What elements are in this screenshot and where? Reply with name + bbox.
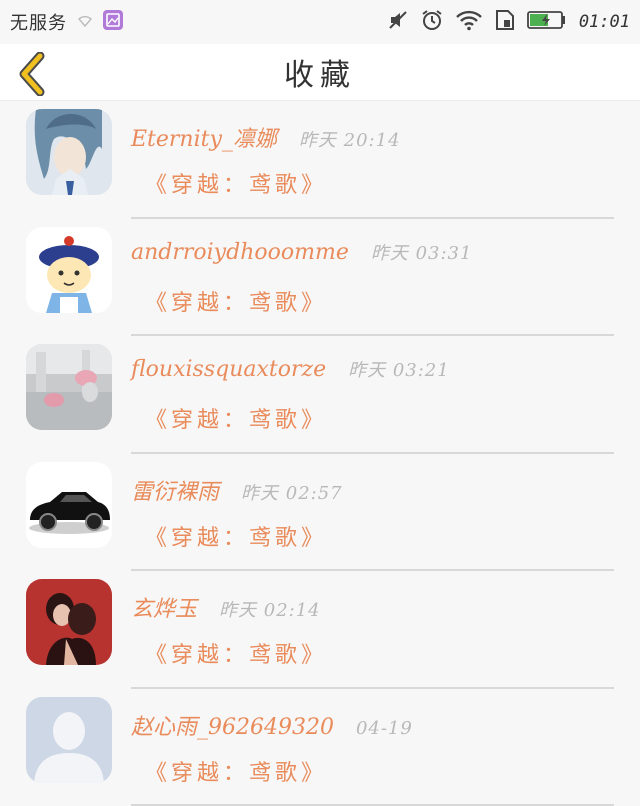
name-row: 玄烨玉 昨天 02:14 bbox=[131, 591, 321, 623]
header-bar: 收藏 bbox=[0, 44, 640, 101]
name-row: 赵心雨_962649320 04-19 bbox=[131, 709, 413, 741]
carrier-label: 无服务 bbox=[10, 9, 67, 35]
user-name[interactable]: 赵心雨_962649320 bbox=[131, 709, 334, 741]
black-car-avatar bbox=[26, 462, 112, 548]
list-item[interactable]: flouxissquaxtorze 昨天 03:21 《穿越：鸢歌》 bbox=[0, 336, 640, 454]
avatar[interactable] bbox=[26, 227, 112, 313]
timestamp: 昨天 20:14 bbox=[299, 126, 401, 152]
timestamp: 昨天 02:57 bbox=[241, 479, 343, 505]
avatar[interactable] bbox=[26, 579, 112, 665]
chevron-left-icon bbox=[14, 52, 54, 96]
name-row: flouxissquaxtorze 昨天 03:21 bbox=[131, 356, 450, 382]
timestamp: 昨天 03:21 bbox=[348, 356, 450, 382]
name-row: Eternity_凛娜 昨天 20:14 bbox=[131, 121, 401, 153]
book-title[interactable]: 《穿越：鸢歌》 bbox=[145, 755, 327, 787]
mute-icon bbox=[387, 9, 409, 35]
list-item[interactable]: 赵心雨_962649320 04-19 《穿越：鸢歌》 bbox=[0, 689, 640, 806]
gallery-icon bbox=[103, 10, 123, 34]
timestamp: 昨天 03:31 bbox=[371, 239, 473, 265]
user-name[interactable]: 玄烨玉 bbox=[131, 591, 197, 623]
user-name[interactable]: 雷衍裸雨 bbox=[131, 474, 219, 506]
book-title[interactable]: 《穿越：鸢歌》 bbox=[145, 402, 327, 434]
alarm-icon bbox=[421, 9, 443, 35]
status-left: 无服务 bbox=[10, 9, 123, 35]
user-name[interactable]: andrroiydhooomme bbox=[131, 240, 349, 265]
user-name[interactable]: Eternity_凛娜 bbox=[131, 121, 277, 153]
user-name[interactable]: flouxissquaxtorze bbox=[131, 357, 326, 382]
book-title[interactable]: 《穿越：鸢歌》 bbox=[145, 167, 327, 199]
signal-icon bbox=[77, 13, 93, 32]
book-title[interactable]: 《穿越：鸢歌》 bbox=[145, 637, 327, 669]
back-button[interactable] bbox=[14, 52, 54, 92]
avatar[interactable] bbox=[26, 109, 112, 195]
sim-icon bbox=[495, 9, 515, 35]
anime-boy-avatar bbox=[26, 109, 112, 195]
timestamp: 04-19 bbox=[356, 718, 413, 739]
name-row: andrroiydhooomme 昨天 03:31 bbox=[131, 239, 472, 265]
cartoon-qing-official-avatar bbox=[26, 227, 112, 313]
pink-toy-avatar bbox=[26, 344, 112, 430]
list-item[interactable]: 玄烨玉 昨天 02:14 《穿越：鸢歌》 bbox=[0, 571, 640, 689]
avatar[interactable] bbox=[26, 697, 112, 783]
battery-charging-icon bbox=[527, 10, 567, 34]
list-item[interactable]: 雷衍裸雨 昨天 02:57 《穿越：鸢歌》 bbox=[0, 454, 640, 572]
book-title[interactable]: 《穿越：鸢歌》 bbox=[145, 285, 327, 317]
couple-photo-avatar bbox=[26, 579, 112, 665]
wifi-icon bbox=[455, 9, 483, 35]
timestamp: 昨天 02:14 bbox=[219, 596, 321, 622]
avatar[interactable] bbox=[26, 344, 112, 430]
avatar[interactable] bbox=[26, 462, 112, 548]
favorites-list: Eternity_凛娜 昨天 20:14 《穿越：鸢歌》 andrroiydho… bbox=[0, 101, 640, 806]
page-title: 收藏 bbox=[284, 50, 356, 94]
status-right: 01:01 bbox=[387, 9, 630, 35]
name-row: 雷衍裸雨 昨天 02:57 bbox=[131, 474, 343, 506]
list-item[interactable]: andrroiydhooomme 昨天 03:31 《穿越：鸢歌》 bbox=[0, 219, 640, 337]
default-person-avatar bbox=[26, 697, 112, 783]
status-bar: 无服务 bbox=[0, 0, 640, 44]
list-item[interactable]: Eternity_凛娜 昨天 20:14 《穿越：鸢歌》 bbox=[0, 101, 640, 219]
book-title[interactable]: 《穿越：鸢歌》 bbox=[145, 520, 327, 552]
clock-time: 01:01 bbox=[579, 12, 630, 32]
